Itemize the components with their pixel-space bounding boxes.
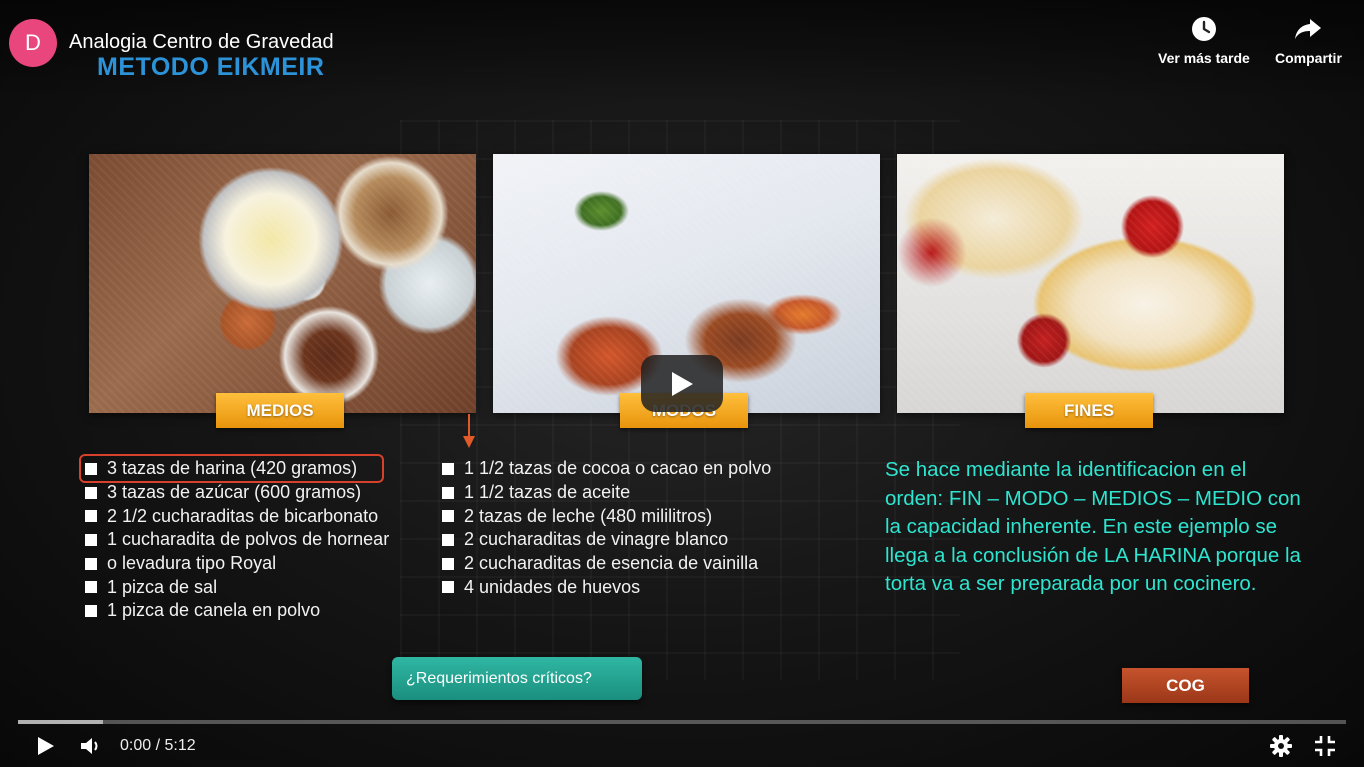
ingredient-text: 1 pizca de canela en polvo xyxy=(107,600,321,621)
ingredient-item: 3 tazas de azúcar (600 gramos) xyxy=(85,481,389,505)
ingredient-item: 1 1/2 tazas de aceite xyxy=(442,481,771,505)
ingredient-item: 2 cucharaditas de esencia de vainilla xyxy=(442,552,771,576)
watch-later-button[interactable]: Ver más tarde xyxy=(1158,14,1250,66)
ingredient-item: 2 tazas de leche (480 mililitros) xyxy=(442,504,771,528)
channel-avatar[interactable]: D xyxy=(9,19,57,67)
ingredient-item: 1 pizca de canela en polvo xyxy=(85,599,389,623)
bullet-square-icon xyxy=(442,557,454,570)
ingredient-text: o levadura tipo Royal xyxy=(107,553,277,574)
ingredient-text: 1 1/2 tazas de aceite xyxy=(464,482,631,503)
exit-fullscreen-button[interactable] xyxy=(1312,733,1338,759)
bullet-square-icon xyxy=(85,533,97,546)
ingredient-text: 3 tazas de azúcar (600 gramos) xyxy=(107,482,362,503)
ingredient-item: 4 unidades de huevos xyxy=(442,575,771,599)
ingredient-item: 1 cucharadita de polvos de hornear xyxy=(85,528,389,552)
bullet-square-icon xyxy=(85,581,97,594)
large-play-button[interactable] xyxy=(641,355,723,412)
ingredient-text: 1 1/2 tazas de cocoa o cacao en polvo xyxy=(464,458,772,479)
share-button[interactable]: Compartir xyxy=(1275,14,1342,66)
bullet-square-icon xyxy=(442,486,454,499)
progress-bar[interactable] xyxy=(18,720,1346,724)
video-title[interactable]: Analogia Centro de Gravedad xyxy=(69,31,334,54)
bullet-square-icon xyxy=(442,510,454,523)
requirements-button[interactable]: ¿Requerimientos críticos? xyxy=(392,657,642,700)
highlight-box xyxy=(79,454,384,483)
explanation-text: Se hace mediante la identificacion en el… xyxy=(885,458,1301,595)
video-player[interactable]: MEDIOS MODOS FINES 3 tazas de harina (42… xyxy=(0,0,1364,767)
fines-label: FINES xyxy=(1025,393,1153,428)
ingredient-item: 1 pizca de sal xyxy=(85,575,389,599)
medios-label: MEDIOS xyxy=(216,393,344,428)
clock-icon xyxy=(1191,17,1216,41)
ingredient-item: 1 1/2 tazas de cocoa o cacao en polvo xyxy=(442,457,771,481)
ingredient-text: 2 cucharaditas de vinagre blanco xyxy=(464,529,729,550)
ingredient-text: 2 1/2 cucharaditas de bicarbonato xyxy=(107,505,379,526)
arrow-down-icon xyxy=(463,414,475,448)
play-icon xyxy=(38,737,54,755)
ingredient-text: 2 tazas de leche (480 mililitros) xyxy=(464,505,713,526)
ingredient-text: 1 cucharadita de polvos de hornear xyxy=(107,529,390,550)
gear-icon xyxy=(1270,735,1292,757)
volume-icon xyxy=(81,738,98,754)
play-icon xyxy=(672,371,693,396)
play-button[interactable] xyxy=(34,733,58,759)
ingredient-text: 1 pizca de sal xyxy=(107,576,218,597)
ingredient-item: 2 1/2 cucharaditas de bicarbonato xyxy=(85,504,389,528)
ingredient-text: 2 cucharaditas de esencia de vainilla xyxy=(464,553,759,574)
cog-button[interactable]: COG xyxy=(1122,668,1249,703)
exit-fullscreen-icon xyxy=(1315,736,1335,756)
bullet-square-icon xyxy=(442,533,454,546)
slide-title: METODO EIKMEIR xyxy=(97,53,325,81)
ingredient-item: o levadura tipo Royal xyxy=(85,552,389,576)
bullet-square-icon xyxy=(442,462,454,475)
time-display: 0:00 / 5:12 xyxy=(120,737,196,754)
buffer-fill xyxy=(18,720,103,724)
bullet-square-icon xyxy=(85,486,97,499)
bullet-square-icon xyxy=(85,557,97,570)
ingredient-text: 4 unidades de huevos xyxy=(464,576,641,597)
volume-button[interactable] xyxy=(79,733,103,759)
ingredient-item: 2 cucharaditas de vinagre blanco xyxy=(442,528,771,552)
bullet-square-icon xyxy=(85,510,97,523)
bullet-square-icon xyxy=(85,604,97,617)
share-label: Compartir xyxy=(1275,50,1342,66)
bullet-square-icon xyxy=(442,581,454,594)
fines-photo xyxy=(897,154,1284,413)
ingredients-list-right: 1 1/2 tazas de cocoa o cacao en polvo 1 1… xyxy=(442,457,771,599)
watch-later-label: Ver más tarde xyxy=(1158,50,1250,66)
settings-button[interactable] xyxy=(1269,733,1293,759)
share-icon xyxy=(1295,19,1322,39)
medios-photo xyxy=(89,154,476,413)
